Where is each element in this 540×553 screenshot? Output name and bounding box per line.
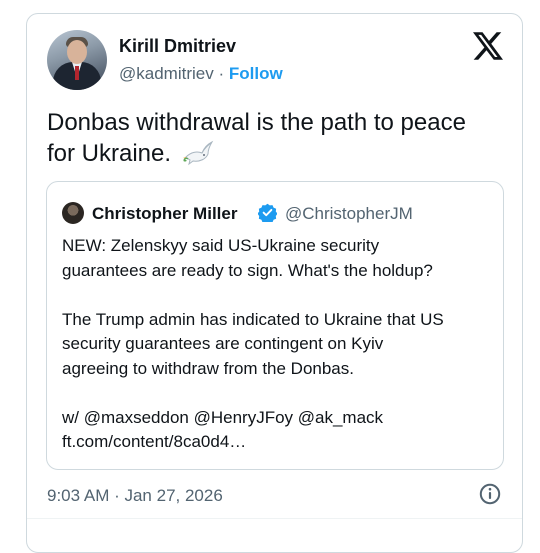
quoted-mentions: w/ @maxseddon @HenryJFoy @ak_mack	[62, 407, 384, 427]
quoted-line: NEW: Zelenskyy said US-Ukraine security	[62, 236, 380, 255]
meta-separator: ·	[218, 64, 225, 83]
quoted-author-handle: @ChristopherJM	[285, 204, 413, 223]
author-meta: @kadmitriev · Follow	[119, 64, 283, 84]
dove-icon	[182, 140, 214, 166]
quoted-tweet-body: NEW: Zelenskyy said US-Ukraine security …	[62, 234, 494, 455]
quoted-line: agreeing to withdraw from the Donbas.	[62, 358, 354, 378]
quoted-tweet[interactable]: Christopher Miller @ChristopherJM NEW: Z…	[46, 181, 504, 470]
quoted-author-avatar[interactable]	[62, 202, 84, 224]
tweet-card: Kirill Dmitriev @kadmitriev · Follow Don…	[26, 13, 523, 553]
quoted-link: ft.com/content/8ca0d4…	[62, 432, 247, 451]
author-handle[interactable]: @kadmitriev	[119, 64, 214, 83]
info-icon[interactable]	[478, 482, 502, 506]
tweet-timestamp[interactable]: 9:03 AM · Jan 27, 2026	[47, 486, 223, 506]
quoted-line: The Trump admin has indicated to Ukraine…	[62, 309, 444, 329]
card-divider	[27, 518, 522, 519]
follow-button[interactable]: Follow	[229, 64, 283, 83]
quoted-line: guarantees are ready to sign. What's the…	[62, 260, 433, 280]
quoted-author-name: Christopher Miller	[92, 204, 238, 223]
author-avatar[interactable]	[47, 30, 107, 90]
x-logo-icon[interactable]	[473, 32, 503, 60]
tweet-text: Donbas withdrawal is the path to peace f…	[47, 107, 497, 169]
quoted-line: security guarantees are contingent on Ky…	[62, 334, 384, 353]
verified-badge-icon	[258, 203, 277, 222]
author-name[interactable]: Kirill Dmitriev	[119, 36, 236, 57]
tweet-body: Donbas withdrawal is the path to peace f…	[47, 109, 466, 167]
